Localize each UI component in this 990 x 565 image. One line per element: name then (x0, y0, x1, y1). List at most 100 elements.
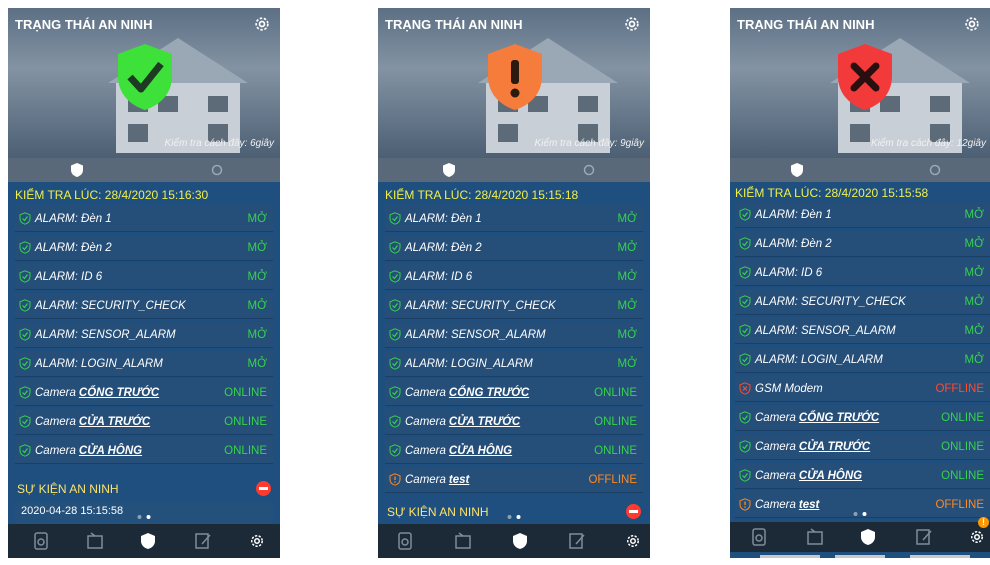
device-icon[interactable] (750, 528, 768, 546)
shield-tab-icon[interactable] (442, 162, 456, 178)
camera-name-link[interactable]: CỬA TRƯỚC (449, 416, 520, 428)
status-value: MỞ (247, 241, 267, 254)
security-shield-icon[interactable] (139, 532, 157, 550)
bottom-nav (378, 524, 650, 558)
status-value: OFFLINE (935, 382, 984, 395)
status-row[interactable]: ALARM: SECURITY_CHECK MỞ (15, 293, 273, 319)
camera-name-link[interactable]: CỬA HÔNG (449, 445, 512, 457)
status-row[interactable]: Camera test OFFLINE (385, 467, 643, 493)
status-row[interactable]: Camera CỬA HÔNG ONLINE (15, 438, 273, 464)
row-label-text: ALARM: ID 6 (755, 266, 823, 279)
status-row[interactable]: ALARM: SENSOR_ALARM MỞ (385, 322, 643, 348)
row-label-text: ALARM: SECURITY_CHECK (755, 295, 906, 308)
notes-icon[interactable] (915, 528, 933, 546)
status-value: MỞ (247, 357, 267, 370)
status-row[interactable]: ALARM: LOGIN_ALARM MỞ (385, 351, 643, 377)
status-value: MỞ (964, 237, 984, 250)
collapse-icon[interactable] (626, 504, 641, 519)
device-icon[interactable] (32, 532, 50, 550)
security-shield-icon[interactable] (511, 532, 529, 550)
status-value: MỞ (617, 299, 637, 312)
status-row[interactable]: ALARM: Đèn 2 MỞ (385, 235, 643, 261)
row-label-text: Camera (755, 440, 796, 453)
status-row[interactable]: ALARM: SENSOR_ALARM MỞ (735, 318, 990, 344)
status-row[interactable]: ALARM: Đèn 2 MỞ (15, 235, 273, 261)
status-row-label: GSM Modem (739, 382, 823, 395)
settings-gear-icon[interactable] (622, 14, 642, 34)
camera-name-link[interactable]: CỔNG TRƯỚC (799, 412, 879, 424)
device-icon[interactable] (396, 532, 414, 550)
settings-gear-icon[interactable] (962, 14, 982, 34)
status-row[interactable]: ALARM: SECURITY_CHECK MỞ (735, 289, 990, 315)
camera-name-link[interactable]: CỬA TRƯỚC (79, 416, 150, 428)
status-row-label: ALARM: SENSOR_ALARM (389, 328, 546, 341)
settings-gear-icon[interactable] (248, 532, 266, 550)
gear-tab-icon[interactable] (210, 162, 224, 178)
shield-tab-icon[interactable] (70, 162, 84, 178)
camera-name-link[interactable]: CỬA HÔNG (799, 470, 862, 482)
events-title: SỰ KIỆN AN NINH (17, 481, 119, 496)
camera-name-link[interactable]: test (799, 499, 819, 511)
camera-name-link[interactable]: CỔNG TRƯỚC (449, 387, 529, 399)
status-row-label: ALARM: Đèn 1 (19, 212, 112, 225)
ok-shield-icon (389, 357, 401, 370)
status-row[interactable]: ALARM: Đèn 1 MỞ (735, 202, 990, 228)
security-shield-icon[interactable] (859, 528, 877, 546)
collapse-icon[interactable] (256, 481, 271, 496)
status-row[interactable]: ALARM: Đèn 2 MỞ (735, 231, 990, 257)
settings-gear-icon[interactable] (252, 14, 272, 34)
status-row[interactable]: ALARM: SENSOR_ALARM MỞ (15, 322, 273, 348)
status-row[interactable]: ALARM: Đèn 1 MỞ (385, 206, 643, 232)
row-label-text: ALARM: SECURITY_CHECK (35, 299, 186, 312)
status-row[interactable]: ALARM: LOGIN_ALARM MỞ (735, 347, 990, 373)
settings-gear-icon[interactable] (624, 532, 642, 550)
status-row[interactable]: ALARM: ID 6 MỞ (15, 264, 273, 290)
status-row-label: Camera CỬA HÔNG (739, 469, 862, 482)
status-value: ONLINE (224, 444, 267, 457)
status-row[interactable]: Camera CỬA TRƯỚC ONLINE (385, 409, 643, 435)
status-value: ONLINE (941, 440, 984, 453)
row-label-text: ALARM: LOGIN_ALARM (35, 357, 163, 370)
settings-gear-icon[interactable] (968, 528, 986, 546)
status-row[interactable]: ALARM: ID 6 MỞ (385, 264, 643, 290)
status-row[interactable]: Camera CỬA HÔNG ONLINE (385, 438, 643, 464)
ok-shield-icon (389, 299, 401, 312)
status-row[interactable]: GSM Modem OFFLINE (735, 376, 990, 402)
ok-shield-icon (739, 411, 751, 424)
status-tab-bar (378, 158, 650, 182)
status-tab-bar (730, 158, 990, 182)
red-x-shield-icon (838, 44, 892, 110)
status-row[interactable]: ALARM: SECURITY_CHECK MỞ (385, 293, 643, 319)
shield-tab-icon[interactable] (790, 162, 804, 178)
status-row[interactable]: Camera CỬA TRƯỚC ONLINE (735, 434, 990, 460)
status-row[interactable]: ALARM: Đèn 1 MỞ (15, 206, 273, 232)
status-row[interactable]: ALARM: ID 6 MỞ (735, 260, 990, 286)
row-label-text: ALARM: Đèn 1 (755, 208, 832, 221)
status-value: MỞ (964, 353, 984, 366)
status-row-label: Camera CỬA TRƯỚC (389, 415, 520, 428)
status-value: MỞ (964, 208, 984, 221)
status-hero: TRẠNG THÁI AN NINH Kiểm tra cách đây: 9g… (378, 8, 650, 158)
status-row[interactable]: ALARM: LOGIN_ALARM MỞ (15, 351, 273, 377)
notes-icon[interactable] (568, 532, 586, 550)
status-row[interactable]: Camera CỔNG TRƯỚC ONLINE (15, 380, 273, 406)
status-row[interactable]: Camera CỬA HÔNG ONLINE (735, 463, 990, 489)
status-row[interactable]: Camera CỔNG TRƯỚC ONLINE (735, 405, 990, 431)
camera-name-link[interactable]: test (449, 474, 469, 486)
status-value: ONLINE (224, 415, 267, 428)
notes-icon[interactable] (194, 532, 212, 550)
camera-list-icon[interactable] (86, 532, 104, 550)
status-row[interactable]: Camera CỬA TRƯỚC ONLINE (15, 409, 273, 435)
status-row-label: Camera CỬA TRƯỚC (739, 440, 870, 453)
gear-tab-icon[interactable] (582, 162, 596, 178)
gear-tab-icon[interactable] (928, 162, 942, 178)
camera-list-icon[interactable] (806, 528, 824, 546)
camera-name-link[interactable]: CỔNG TRƯỚC (79, 387, 159, 399)
checked-ago-text: Kiểm tra cách đây: 6giây (164, 138, 275, 149)
camera-name-link[interactable]: CỬA HÔNG (79, 445, 142, 457)
camera-name-link[interactable]: CỬA TRƯỚC (799, 441, 870, 453)
status-row[interactable]: Camera CỔNG TRƯỚC ONLINE (385, 380, 643, 406)
camera-list-icon[interactable] (454, 532, 472, 550)
status-value: ONLINE (224, 386, 267, 399)
row-label-text: Camera (405, 415, 446, 428)
